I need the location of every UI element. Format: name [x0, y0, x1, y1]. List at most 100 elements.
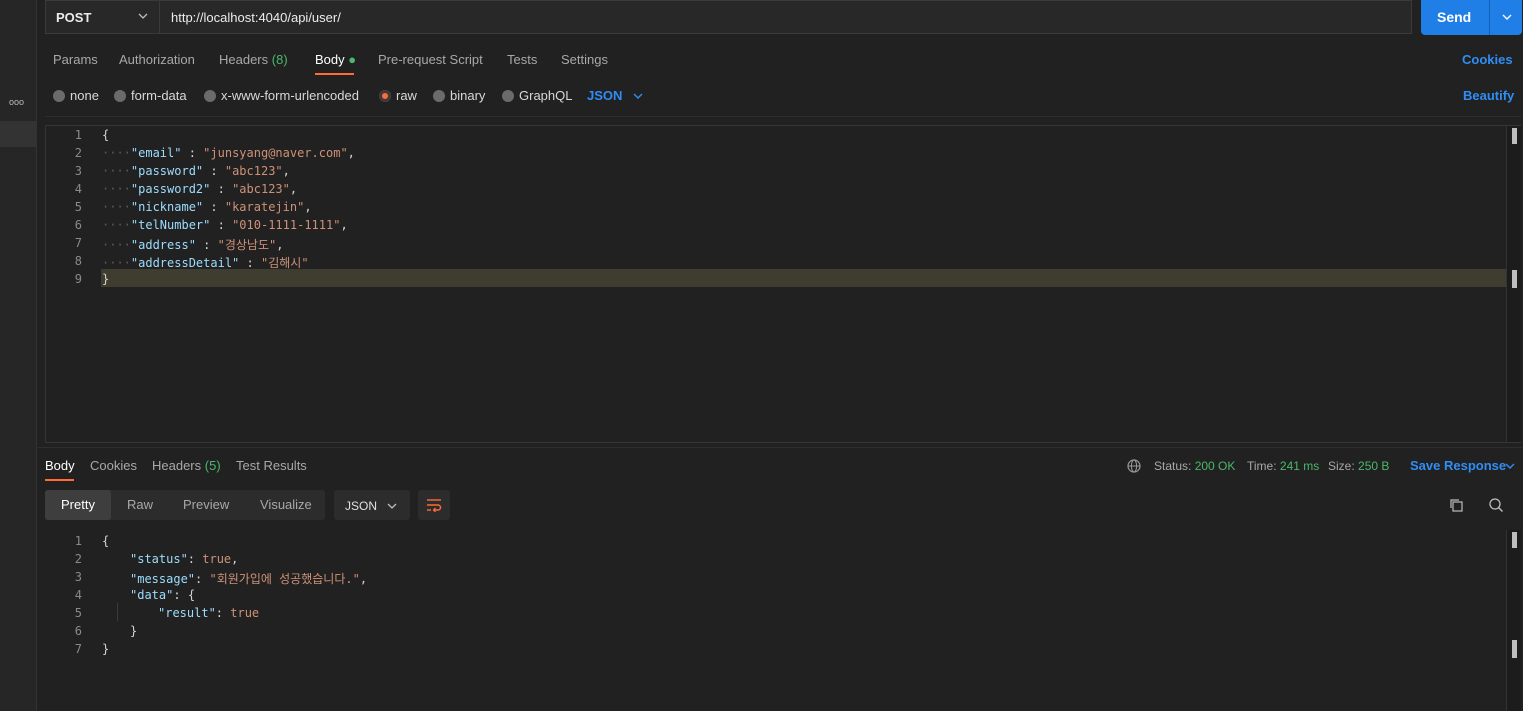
view-mode-selector: Pretty Raw Preview Visualize: [45, 490, 325, 520]
view-visualize[interactable]: Visualize: [260, 497, 312, 512]
line-end: ,: [282, 164, 290, 178]
resp-tab-cookies[interactable]: Cookies: [90, 458, 137, 473]
line-number: 2: [74, 146, 82, 160]
wrap-lines-button[interactable]: [418, 490, 450, 520]
radio-raw-label: raw: [396, 88, 417, 103]
tab-headers-label: Headers: [219, 52, 269, 67]
line-number: 9: [74, 272, 82, 286]
indent-dots: ····: [102, 218, 131, 232]
sidebar-selected-item[interactable]: [0, 121, 36, 147]
status-label: Status:: [1154, 459, 1192, 473]
save-response-chevron-icon[interactable]: [1505, 461, 1515, 471]
line-number: 1: [74, 128, 82, 142]
indent-dots: ····: [102, 182, 131, 196]
radio-graphql[interactable]: [502, 90, 514, 102]
globe-icon[interactable]: [1127, 459, 1141, 473]
json-value: "경상남도": [217, 238, 277, 252]
resp-tab-headers[interactable]: Headers (5): [152, 458, 221, 473]
method-select[interactable]: POST: [45, 0, 160, 34]
line-number: 7: [74, 642, 82, 656]
bracket: {: [102, 128, 110, 142]
send-options-chevron-icon[interactable]: [1501, 11, 1513, 23]
time-info[interactable]: Time: 241 ms: [1247, 459, 1319, 473]
tab-pre-request-script[interactable]: Pre-request Script: [378, 52, 483, 67]
line-content: ····"addressDetail" : "김해시": [102, 254, 309, 271]
line-end: ,: [304, 200, 312, 214]
response-scrollbar[interactable]: [1506, 530, 1521, 711]
line-number: 3: [74, 164, 82, 178]
tab-tests[interactable]: Tests: [507, 52, 537, 67]
chevron-down-icon: [387, 503, 397, 509]
resp-tab-body-underline: [45, 479, 74, 481]
line-content: "result": true: [158, 606, 259, 620]
save-response-button[interactable]: Save Response: [1410, 458, 1506, 473]
radio-urlencoded-label: x-www-form-urlencoded: [221, 88, 359, 103]
tab-body[interactable]: Body ●: [315, 52, 356, 67]
tab-body-label: Body: [315, 52, 345, 67]
size-value: 250 B: [1358, 459, 1390, 473]
json-value: true: [230, 606, 260, 620]
current-line-highlight: [101, 269, 1506, 287]
tab-authorization[interactable]: Authorization: [119, 52, 195, 67]
response-format-label: JSON: [345, 499, 378, 513]
editor-scroll-thumb[interactable]: [1512, 128, 1517, 144]
bracket: {: [102, 534, 110, 548]
cookies-link[interactable]: Cookies: [1462, 52, 1513, 67]
url-input[interactable]: http://localhost:4040/api/user/: [160, 0, 1412, 34]
left-sidebar: ooo: [0, 0, 37, 711]
radio-urlencoded[interactable]: [204, 90, 216, 102]
time-value: 241 ms: [1279, 459, 1320, 473]
line-content: ····"password" : "abc123",: [102, 164, 290, 178]
resp-tab-body[interactable]: Body: [45, 458, 75, 473]
body-format-label: JSON: [587, 88, 623, 103]
line-end: ,: [340, 218, 348, 232]
radio-none[interactable]: [53, 90, 65, 102]
line-end: ,: [276, 238, 284, 252]
colon: :: [203, 164, 225, 178]
more-icon[interactable]: ooo: [9, 97, 24, 107]
json-key: "password2": [130, 182, 211, 196]
body-format-chevron-icon[interactable]: [633, 91, 643, 101]
status-info[interactable]: Status: 200 OK: [1154, 459, 1235, 473]
send-button[interactable]: Send: [1421, 0, 1522, 35]
search-icon[interactable]: [1488, 497, 1504, 513]
indent-dots: ····: [102, 164, 131, 178]
line-number: 8: [74, 254, 82, 268]
tab-params[interactable]: Params: [53, 52, 98, 67]
tab-headers[interactable]: Headers (8): [219, 52, 288, 67]
send-divider: [1489, 0, 1490, 35]
response-scroll-thumb[interactable]: [1512, 532, 1517, 548]
line-end: ,: [347, 146, 355, 160]
radio-form-data[interactable]: [114, 90, 126, 102]
copy-icon[interactable]: [1449, 498, 1464, 513]
size-info[interactable]: Size: 250 B: [1328, 459, 1389, 473]
json-key: "addressDetail": [130, 256, 240, 270]
view-preview[interactable]: Preview: [183, 497, 229, 512]
view-pretty[interactable]: Pretty: [61, 497, 95, 512]
line-end: ,: [359, 572, 368, 586]
indent-guide: [117, 603, 118, 621]
json-value: "junsyang@naver.com": [203, 146, 348, 160]
colon: :: [173, 588, 188, 602]
indent-dots: ····: [102, 146, 131, 160]
beautify-link[interactable]: Beautify: [1463, 88, 1514, 103]
bracket: }: [102, 272, 110, 286]
line-content: {: [102, 534, 109, 548]
line-number: 5: [74, 200, 82, 214]
json-key: "message": [130, 572, 196, 586]
response-format-select[interactable]: JSON: [334, 490, 410, 520]
body-format-select[interactable]: JSON: [587, 88, 622, 103]
radio-binary-label: binary: [450, 88, 486, 103]
line-number: 6: [74, 218, 82, 232]
radio-form-data-label: form-data: [131, 88, 187, 103]
wrap-icon: [427, 499, 442, 512]
radio-raw[interactable]: [379, 90, 391, 102]
radio-binary[interactable]: [433, 90, 445, 102]
line-number: 2: [74, 552, 82, 566]
tab-settings[interactable]: Settings: [561, 52, 608, 67]
editor-scrollbar[interactable]: [1506, 126, 1521, 442]
resp-tab-test-results[interactable]: Test Results: [236, 458, 307, 473]
view-raw[interactable]: Raw: [127, 497, 153, 512]
json-key: "data": [130, 588, 174, 602]
chevron-down-icon: [138, 13, 148, 19]
